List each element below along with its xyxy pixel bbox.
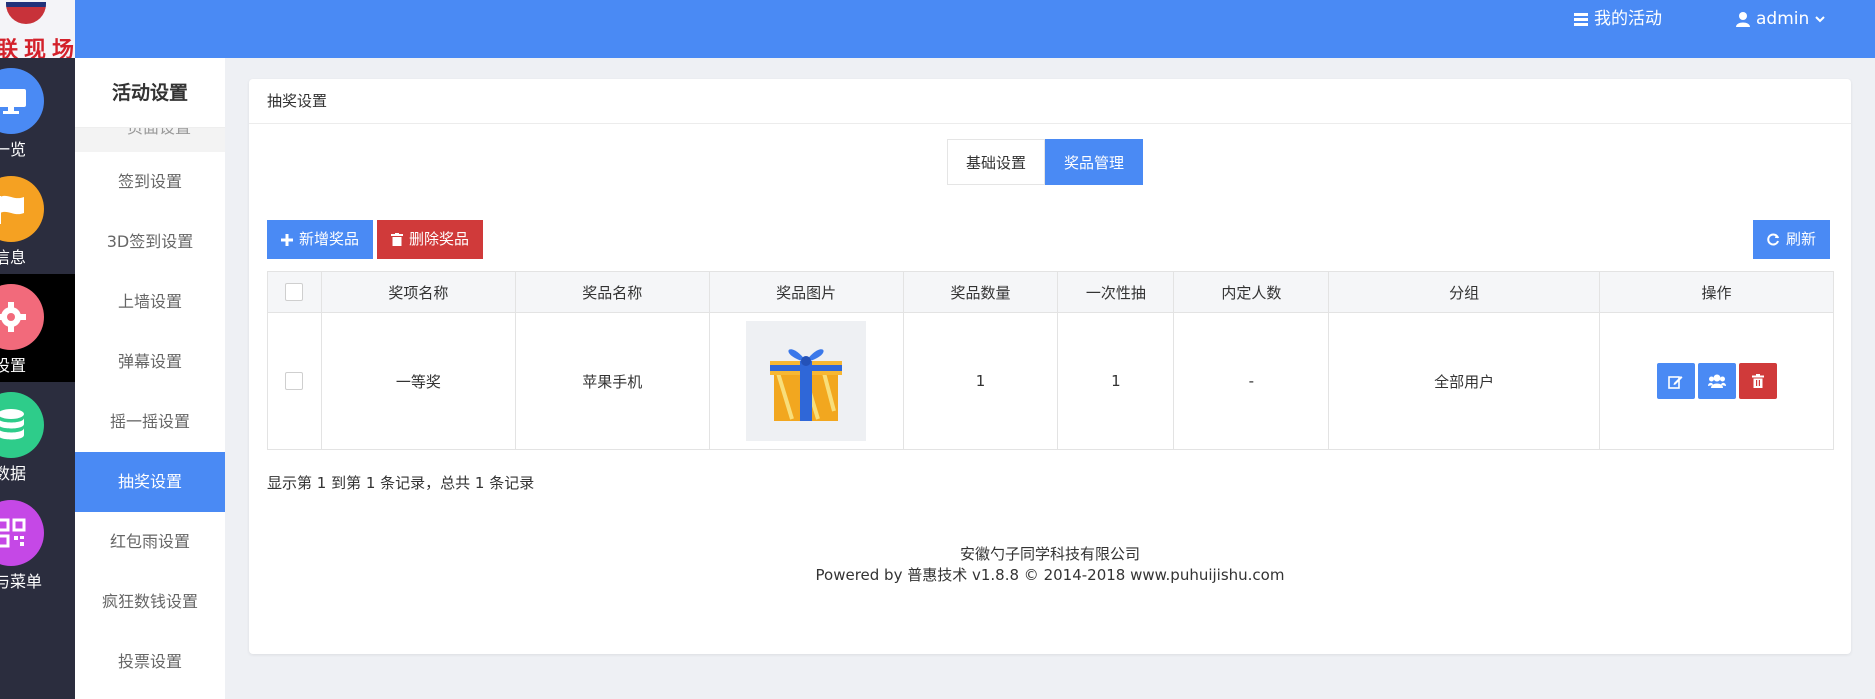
row-actions	[1656, 363, 1777, 399]
page-footer: 安徽勺子同学科技有限公司 Powered by 普惠技术 v1.8.8 © 20…	[249, 544, 1851, 586]
trash-icon	[391, 233, 403, 246]
rail-item-activity-data[interactable]: 动数据	[0, 382, 75, 490]
cell-preset: -	[1173, 312, 1330, 450]
cell-award: 一等奖	[320, 312, 516, 450]
rail-item-activity-settings[interactable]: 动设置	[0, 274, 75, 382]
rail-label: 接与菜单	[0, 572, 43, 591]
gear-icon	[0, 284, 44, 350]
cell-actions	[1599, 312, 1834, 450]
add-prize-label: 新增奖品	[299, 230, 360, 248]
logo-text: 联现场	[0, 37, 75, 58]
submenu-item-checkin[interactable]: 签到设置	[75, 152, 225, 212]
cell-one-time: 1	[1057, 312, 1175, 450]
submenu-item-money-count[interactable]: 疯狂数钱设置	[75, 572, 225, 632]
user-name: admin	[1756, 9, 1810, 29]
submenu-scrolled-item[interactable]: 页面设置	[75, 128, 225, 152]
rail-item-links-menu[interactable]: 接与菜单	[0, 490, 75, 598]
my-activity-label: 我的活动	[1594, 9, 1662, 29]
tab-prize-management[interactable]: 奖品管理	[1045, 139, 1144, 185]
pagination-summary: 显示第 1 到第 1 条记录，总共 1 条记录	[267, 474, 535, 492]
chevron-down-icon	[1815, 15, 1825, 22]
flag-icon	[0, 176, 44, 242]
add-prize-button[interactable]: 新增奖品	[267, 220, 374, 259]
monitor-icon	[0, 68, 44, 134]
column-header-award[interactable]: 奖项名称	[320, 271, 516, 313]
users-icon	[1707, 374, 1726, 388]
rail-label: 动设置	[0, 356, 27, 375]
column-header-prize-image: 奖品图片	[708, 271, 904, 313]
column-header-preset[interactable]: 内定人数	[1173, 271, 1330, 313]
users-button[interactable]	[1697, 363, 1736, 399]
site-logo[interactable]: 联现场	[0, 0, 75, 58]
icon-rail: 动一览 础信息 动设置 动数据 接与菜单	[0, 58, 75, 699]
submenu-title: 活动设置	[75, 58, 225, 128]
submenu-item-red-packet[interactable]: 红包雨设置	[75, 512, 225, 572]
row-select-cell	[267, 312, 322, 450]
my-activity-link[interactable]: 我的活动	[1574, 0, 1662, 38]
footer-company: 安徽勺子同学科技有限公司	[959, 545, 1140, 563]
main-panel: 抽奖设置 基础设置 奖品管理 新增奖品 删除奖品 刷新 奖项名称 奖品名称 奖品…	[249, 79, 1851, 654]
rail-label: 动数据	[0, 464, 27, 483]
cell-quantity: 1	[902, 312, 1059, 450]
edit-icon	[1668, 375, 1683, 389]
tab-bar: 基础设置 奖品管理	[947, 139, 1144, 185]
select-all-cell	[267, 271, 322, 313]
table-row: 一等奖 苹果手机 1 1 - 全部用户	[267, 312, 1834, 450]
rail-label: 础信息	[0, 248, 27, 267]
prize-table: 奖项名称 奖品名称 奖品图片 奖品数量 一次性抽 内定人数 分组 操作 一等奖 …	[267, 271, 1834, 450]
submenu-item-shake[interactable]: 摇一摇设置	[75, 392, 225, 452]
user-menu[interactable]: admin	[1736, 0, 1825, 38]
submenu-item-wall[interactable]: 上墙设置	[75, 272, 225, 332]
delete-prize-button[interactable]: 删除奖品	[377, 220, 484, 259]
database-icon	[0, 392, 44, 458]
delete-row-button[interactable]	[1738, 363, 1777, 399]
refresh-button[interactable]: 刷新	[1753, 220, 1831, 259]
top-header: 联现场 我的活动 admin	[0, 0, 1875, 58]
gift-box-image[interactable]	[746, 321, 867, 441]
bars-icon	[1574, 12, 1588, 26]
submenu-scrolled-label: 页面设置	[127, 128, 191, 138]
plus-icon	[281, 233, 293, 246]
submenu-item-danmaku[interactable]: 弹幕设置	[75, 332, 225, 392]
cell-prize-name: 苹果手机	[514, 312, 710, 450]
row-checkbox[interactable]	[285, 372, 304, 391]
column-header-quantity[interactable]: 奖品数量	[902, 271, 1059, 313]
table-header-row: 奖项名称 奖品名称 奖品图片 奖品数量 一次性抽 内定人数 分组 操作	[267, 271, 1834, 313]
user-icon	[1736, 11, 1750, 27]
cell-group: 全部用户	[1328, 312, 1601, 450]
column-header-one-time[interactable]: 一次性抽	[1057, 271, 1175, 313]
logo-emblem	[6, 2, 46, 24]
column-header-prize-name[interactable]: 奖品名称	[514, 271, 710, 313]
rail-item-activity-list[interactable]: 动一览	[0, 58, 75, 166]
footer-powered-by: Powered by 普惠技术 v1.8.8 © 2014-2018 www.p…	[815, 566, 1285, 584]
rail-label: 动一览	[0, 140, 27, 159]
delete-prize-label: 删除奖品	[409, 230, 470, 248]
rail-item-basic-info[interactable]: 础信息	[0, 166, 75, 274]
column-header-group[interactable]: 分组	[1328, 271, 1601, 313]
tab-basic-settings[interactable]: 基础设置	[947, 139, 1046, 185]
submenu-item-3d-checkin[interactable]: 3D签到设置	[75, 212, 225, 272]
cell-prize-image	[708, 312, 904, 450]
trash-icon	[1751, 374, 1764, 388]
select-all-checkbox[interactable]	[285, 283, 304, 302]
settings-submenu: 活动设置 页面设置 签到设置 3D签到设置 上墙设置 弹幕设置 摇一摇设置 抽奖…	[75, 58, 225, 699]
edit-button[interactable]	[1656, 363, 1695, 399]
refresh-label: 刷新	[1786, 230, 1817, 248]
submenu-item-vote[interactable]: 投票设置	[75, 632, 225, 692]
submenu-item-lottery[interactable]: 抽奖设置	[75, 452, 225, 512]
qrcode-icon	[0, 500, 44, 566]
column-header-actions: 操作	[1599, 271, 1834, 313]
refresh-icon	[1767, 233, 1779, 246]
panel-title: 抽奖设置	[249, 79, 1851, 124]
